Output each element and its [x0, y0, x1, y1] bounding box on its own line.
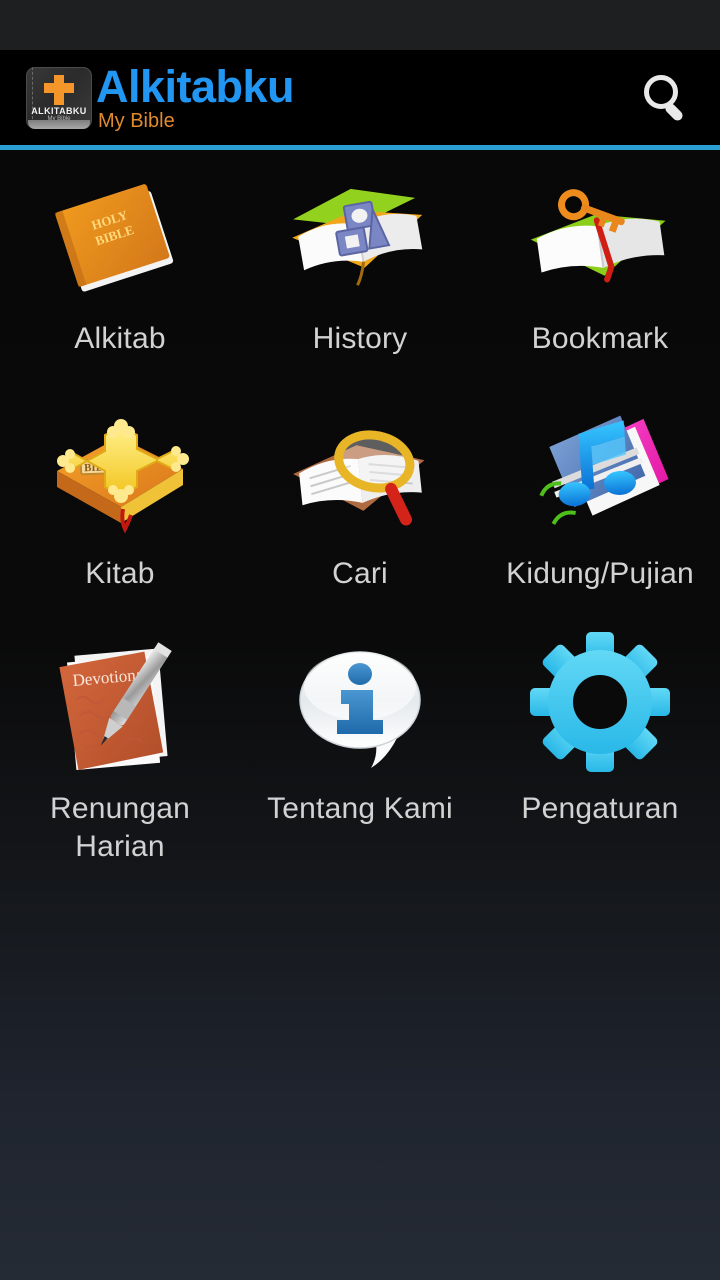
menu-item-label: Kitab [85, 557, 155, 590]
menu-item-history[interactable]: History [240, 150, 480, 385]
devotional-book-pen-icon: Devotional [35, 634, 205, 784]
info-speech-bubble-icon [275, 634, 445, 784]
menu-item-label: Pengaturan [521, 792, 679, 825]
menu-item-label: Tentang Kami [267, 792, 453, 825]
open-book-key-bookmark-icon [515, 164, 685, 314]
menu-item-label: Kidung/Pujian [506, 557, 694, 590]
menu-grid: HOLY BIBLE Alkitab History Bookmark Kita… [0, 150, 720, 863]
gear-icon [515, 632, 685, 784]
menu-item-label: Bookmark [531, 322, 669, 355]
holy-bible-book-icon: HOLY BIBLE [35, 164, 205, 314]
open-book-history-icon [275, 164, 445, 314]
menu-item-label: Cari [332, 557, 388, 590]
menu-item-kitab[interactable]: BIBLE Kitab [0, 385, 240, 620]
menu-item-renungan-harian[interactable]: Devotional Renungan Harian [0, 620, 240, 863]
search-button[interactable] [636, 68, 698, 128]
alkitabku-app-icon: ALKITABKU My Bible [26, 67, 92, 129]
app-screen: ALKITABKU My Bible Alkitabku My Bible HO… [0, 0, 720, 1280]
menu-item-pengaturan[interactable]: Pengaturan [480, 620, 720, 855]
app-title: Alkitabku [96, 61, 295, 112]
menu-item-cari[interactable]: Cari [240, 385, 480, 620]
menu-item-label: Renungan Harian [49, 792, 191, 863]
app-subtitle: My Bible [98, 110, 175, 132]
bible-with-cross-icon: BIBLE [35, 399, 205, 549]
search-icon [644, 75, 683, 121]
menu-item-bookmark[interactable]: Bookmark [480, 150, 720, 385]
app-icon-brand-text: ALKITABKU [31, 106, 87, 116]
book-magnifier-icon [275, 399, 445, 549]
cross-icon [44, 75, 74, 105]
status-bar [0, 0, 720, 50]
app-header: ALKITABKU My Bible Alkitabku My Bible [0, 50, 720, 145]
music-books-note-icon [515, 399, 685, 549]
menu-item-label: Alkitab [74, 322, 166, 355]
menu-item-tentang-kami[interactable]: Tentang Kami [240, 620, 480, 855]
menu-item-kidung-pujian[interactable]: Kidung/Pujian [480, 385, 720, 620]
book-base-decoration [28, 120, 90, 129]
menu-item-label: History [312, 322, 408, 355]
menu-item-alkitab[interactable]: HOLY BIBLE Alkitab [0, 150, 240, 385]
